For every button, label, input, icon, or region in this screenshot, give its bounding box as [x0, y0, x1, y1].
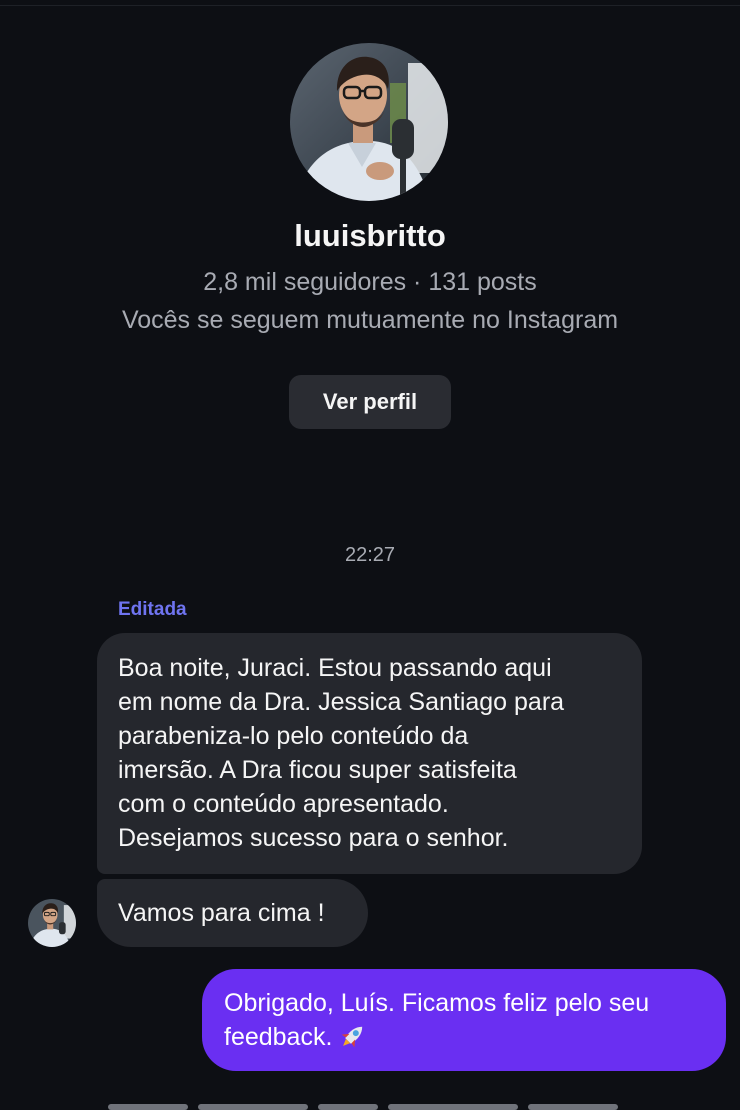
message-timestamp: 22:27 [344, 544, 396, 566]
message-text-line: em nome da Dra. Jessica Santiago para [118, 688, 565, 716]
message-text-line: com o conteúdo apresentado. [118, 790, 449, 818]
message-text-line: parabeniza-lo pelo conteúdo da [118, 722, 469, 750]
rocket-icon [338, 1021, 368, 1060]
outgoing-message-bubble[interactable]: Obrigado, Luís. Ficamos feliz pelo seu f… [202, 969, 726, 1071]
profile-photo [290, 43, 448, 201]
incoming-message-bubble[interactable]: Boa noite, Juraci. Estou passando aqui e… [97, 633, 642, 874]
message-text-line: feedback. [224, 1020, 704, 1060]
edited-label: Editada [118, 599, 187, 620]
message-text-line: Boa noite, Juraci. Estou passando aqui [118, 654, 552, 682]
sender-avatar[interactable] [28, 899, 76, 947]
sender-photo [28, 899, 76, 947]
profile-username: luuisbritto [294, 218, 446, 253]
message-text-fragment: feedback. [224, 1023, 333, 1051]
mutual-follow-text: Vocês se seguem mutuamente no Instagram [121, 306, 619, 334]
incoming-message-bubble[interactable]: Vamos para cima ! [97, 879, 368, 947]
profile-avatar[interactable] [290, 43, 448, 201]
message-text-line: Obrigado, Luís. Ficamos feliz pelo seu [224, 989, 650, 1017]
cropped-text-line [0, 1097, 740, 1110]
profile-stats: 2,8 mil seguidores · 131 posts [203, 268, 537, 296]
message-text-line: imersão. A Dra ficou super satisfeita [118, 756, 517, 784]
message-text-line: Desejamos sucesso para o senhor. [118, 824, 509, 852]
view-profile-button[interactable]: Ver perfil [289, 375, 451, 429]
header-divider [0, 5, 740, 6]
